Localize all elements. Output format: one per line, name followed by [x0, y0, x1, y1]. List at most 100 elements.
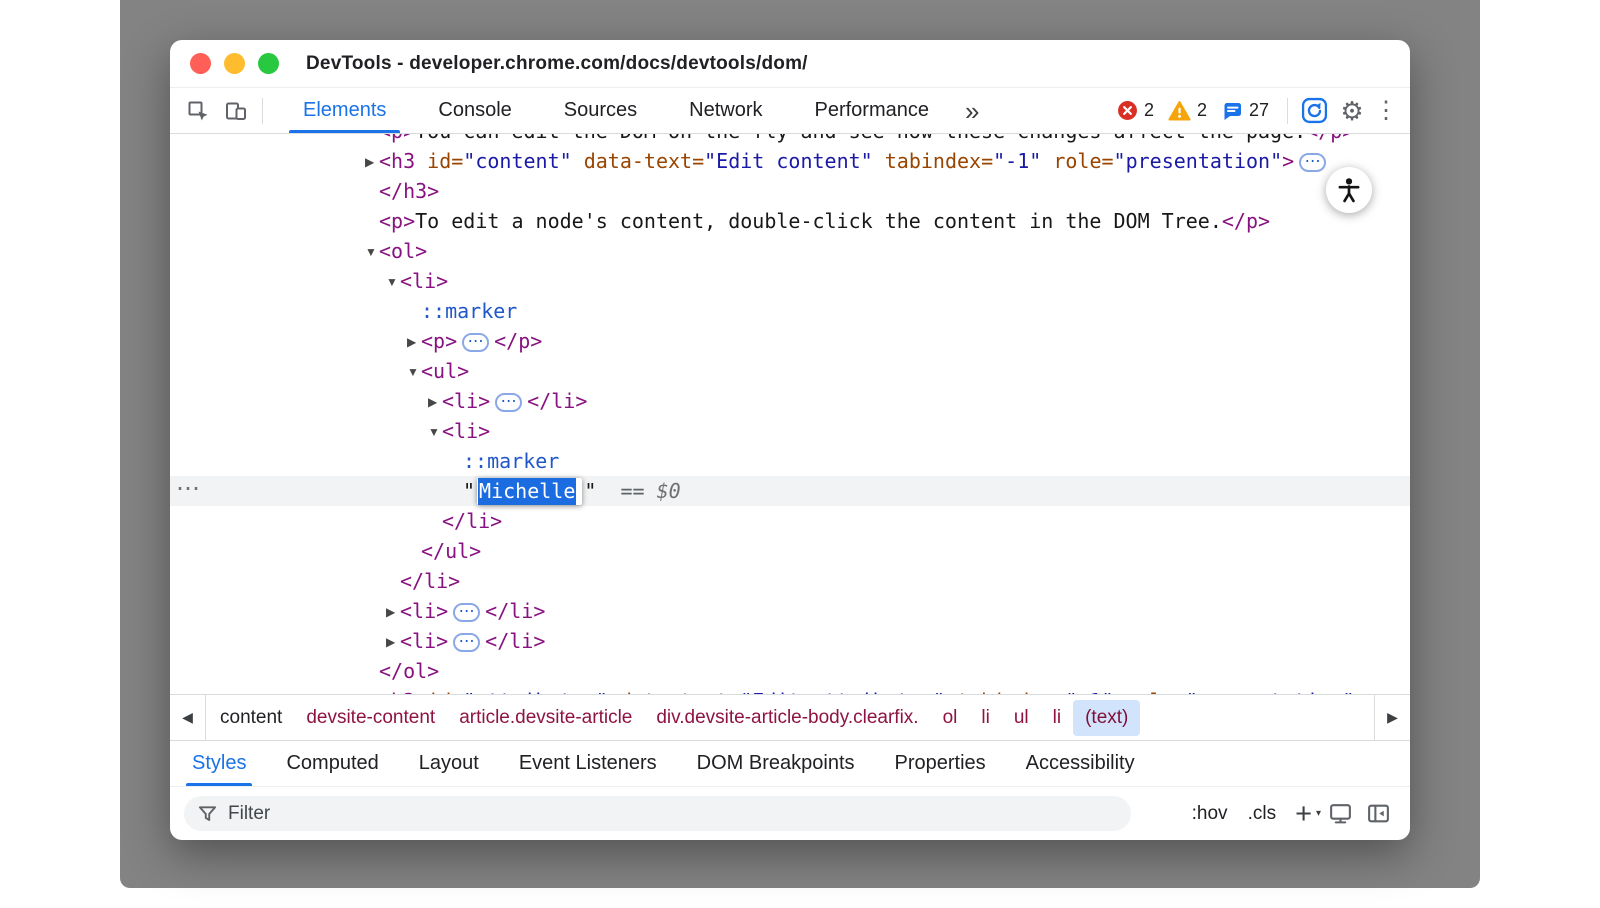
panel-tab-event-listeners[interactable]: Event Listeners — [499, 741, 677, 786]
row-options-icon[interactable]: ⋯ — [176, 474, 200, 504]
dom-tree-row[interactable]: </h3> — [170, 176, 1410, 206]
dom-tree-row[interactable]: ▼<li> — [170, 266, 1410, 296]
disclosure-arrow-icon[interactable]: ▶ — [365, 147, 379, 177]
dom-tree-row[interactable]: <p>You can edit the DOM on the fly and s… — [170, 134, 1410, 146]
token-tag: <li> — [442, 389, 490, 413]
minimize-button[interactable] — [224, 53, 245, 74]
disclosure-arrow-icon[interactable]: ▼ — [386, 267, 400, 297]
panel-tab-accessibility[interactable]: Accessibility — [1006, 741, 1155, 786]
disclosure-arrow-icon[interactable]: ▶ — [428, 387, 442, 417]
breadcrumb-item[interactable]: li — [1041, 700, 1073, 736]
sync-refresh-icon[interactable] — [1296, 93, 1332, 129]
tab-network[interactable]: Network — [663, 88, 788, 133]
warning-icon[interactable] — [1168, 100, 1191, 121]
dom-tree-row[interactable]: ▶<li>⋯</li> — [170, 596, 1410, 626]
breadcrumb-item[interactable]: devsite-content — [294, 700, 447, 736]
issues-count[interactable]: 27 — [1249, 100, 1269, 121]
window-title: DevTools - developer.chrome.com/docs/dev… — [306, 53, 808, 75]
dom-tree-row[interactable]: ::marker — [170, 446, 1410, 476]
panel-tab-layout[interactable]: Layout — [399, 741, 499, 786]
disclosure-arrow-icon[interactable]: ▶ — [386, 597, 400, 627]
disclosure-arrow-icon[interactable]: ▼ — [365, 237, 379, 267]
tab-console[interactable]: Console — [412, 88, 537, 133]
panel-tab-computed[interactable]: Computed — [266, 741, 398, 786]
breadcrumb-forward-icon[interactable]: ▶ — [1374, 695, 1410, 740]
toolbar-divider — [262, 98, 263, 124]
disclosure-arrow-icon[interactable]: ▼ — [428, 417, 442, 447]
new-style-rule-button[interactable]: +▾ — [1287, 801, 1320, 827]
warning-count[interactable]: 2 — [1197, 100, 1207, 121]
toggle-element-state-button[interactable]: :hov — [1183, 799, 1237, 829]
tab-sources[interactable]: Sources — [538, 88, 663, 133]
panel-tab-strip: ElementsConsoleSourcesNetworkPerformance — [277, 88, 955, 133]
disclosure-arrow-icon[interactable]: ▶ — [407, 327, 421, 357]
breadcrumb-item[interactable]: (text) — [1073, 700, 1140, 736]
inline-expand-icon[interactable]: ⋯ — [1299, 153, 1326, 172]
breadcrumb-item[interactable]: article.devsite-article — [447, 700, 644, 736]
element-classes-button[interactable]: .cls — [1239, 799, 1286, 829]
token-attr: role= — [1041, 149, 1113, 173]
panel-tab-dom-breakpoints[interactable]: DOM Breakpoints — [677, 741, 875, 786]
token-attr: id= — [415, 689, 463, 694]
token-tag: <h3 — [379, 149, 415, 173]
status-badges: 2 2 27 — [1117, 100, 1279, 122]
dom-tree-row[interactable]: ::marker — [170, 296, 1410, 326]
style-filter[interactable] — [184, 796, 1131, 831]
toggle-sidebar-icon[interactable] — [1360, 796, 1396, 832]
dom-tree-row[interactable]: ▶<h3 id="content" data-text="Edit conten… — [170, 146, 1410, 176]
dom-tree-row[interactable]: ⋯"Michelle" == $0 — [170, 476, 1410, 506]
dom-tree-row[interactable]: ▶<p>⋯</p> — [170, 326, 1410, 356]
breadcrumb-item[interactable]: ol — [931, 700, 970, 736]
breadcrumb-item[interactable]: li — [969, 700, 1001, 736]
more-tabs-icon[interactable]: » — [957, 98, 987, 124]
dom-tree-row[interactable]: </li> — [170, 566, 1410, 596]
dom-tree-row[interactable]: </ul> — [170, 536, 1410, 566]
inspect-element-icon[interactable] — [180, 93, 216, 129]
dom-tree-row[interactable]: ▶<h3 id="attributes" data-text="Edit att… — [170, 686, 1410, 694]
breadcrumb-back-icon[interactable]: ◀ — [170, 695, 206, 740]
close-button[interactable] — [190, 53, 211, 74]
dom-tree-row[interactable]: ▼<ul> — [170, 356, 1410, 386]
breadcrumb-item[interactable]: content — [208, 700, 294, 736]
settings-gear-icon[interactable]: ⚙ — [1334, 93, 1370, 129]
inline-expand-icon[interactable]: ⋯ — [462, 333, 489, 352]
inline-text-editor[interactable]: Michelle — [477, 478, 582, 505]
inline-expand-icon[interactable]: ⋯ — [453, 603, 480, 622]
dom-tree-row[interactable]: ▶<li>⋯</li> — [170, 626, 1410, 656]
maximize-button[interactable] — [258, 53, 279, 74]
tab-elements[interactable]: Elements — [277, 88, 412, 133]
dom-tree-row[interactable]: ▼<li> — [170, 416, 1410, 446]
inline-expand-icon[interactable]: ⋯ — [495, 393, 522, 412]
breadcrumb-item[interactable]: div.devsite-article-body.clearfix. — [644, 700, 930, 736]
token-tag: </li> — [485, 629, 545, 653]
styles-toolbar: :hov .cls +▾ — [170, 786, 1410, 840]
disclosure-arrow-icon[interactable]: ▶ — [365, 687, 379, 694]
disclosure-arrow-icon[interactable]: ▼ — [407, 357, 421, 387]
selected-text[interactable]: Michelle — [478, 478, 576, 505]
panel-tab-styles[interactable]: Styles — [172, 741, 266, 786]
breadcrumb: contentdevsite-contentarticle.devsite-ar… — [206, 695, 1142, 740]
inline-expand-icon[interactable]: ⋯ — [453, 633, 480, 652]
token-tag: </ol> — [379, 659, 439, 683]
dom-tree-row[interactable]: ▼<ol> — [170, 236, 1410, 266]
accessibility-overlay-button[interactable] — [1326, 167, 1372, 213]
panel-tab-properties[interactable]: Properties — [875, 741, 1006, 786]
issues-icon[interactable] — [1221, 100, 1243, 122]
breadcrumb-item[interactable]: ul — [1002, 700, 1041, 736]
dom-tree-row[interactable]: ▶<li>⋯</li> — [170, 386, 1410, 416]
kebab-menu-icon[interactable]: ⋮ — [1372, 93, 1400, 129]
dom-tree-row[interactable]: <p>To edit a node's content, double-clic… — [170, 206, 1410, 236]
dom-tree-row[interactable]: </ol> — [170, 656, 1410, 686]
dom-tree-row[interactable]: </li> — [170, 506, 1410, 536]
token-val: "presentation" — [1114, 149, 1283, 173]
token-val: "presentation" — [1186, 689, 1355, 694]
token-tag: <ul> — [421, 359, 469, 383]
device-toolbar-icon[interactable] — [218, 93, 254, 129]
error-icon[interactable] — [1117, 100, 1138, 121]
tab-performance[interactable]: Performance — [789, 88, 956, 133]
error-count[interactable]: 2 — [1144, 100, 1154, 121]
disclosure-arrow-icon[interactable]: ▶ — [386, 627, 400, 657]
rendering-emulations-icon[interactable] — [1322, 796, 1358, 832]
filter-input[interactable] — [228, 803, 628, 825]
token-val: "attributes" — [463, 689, 608, 694]
